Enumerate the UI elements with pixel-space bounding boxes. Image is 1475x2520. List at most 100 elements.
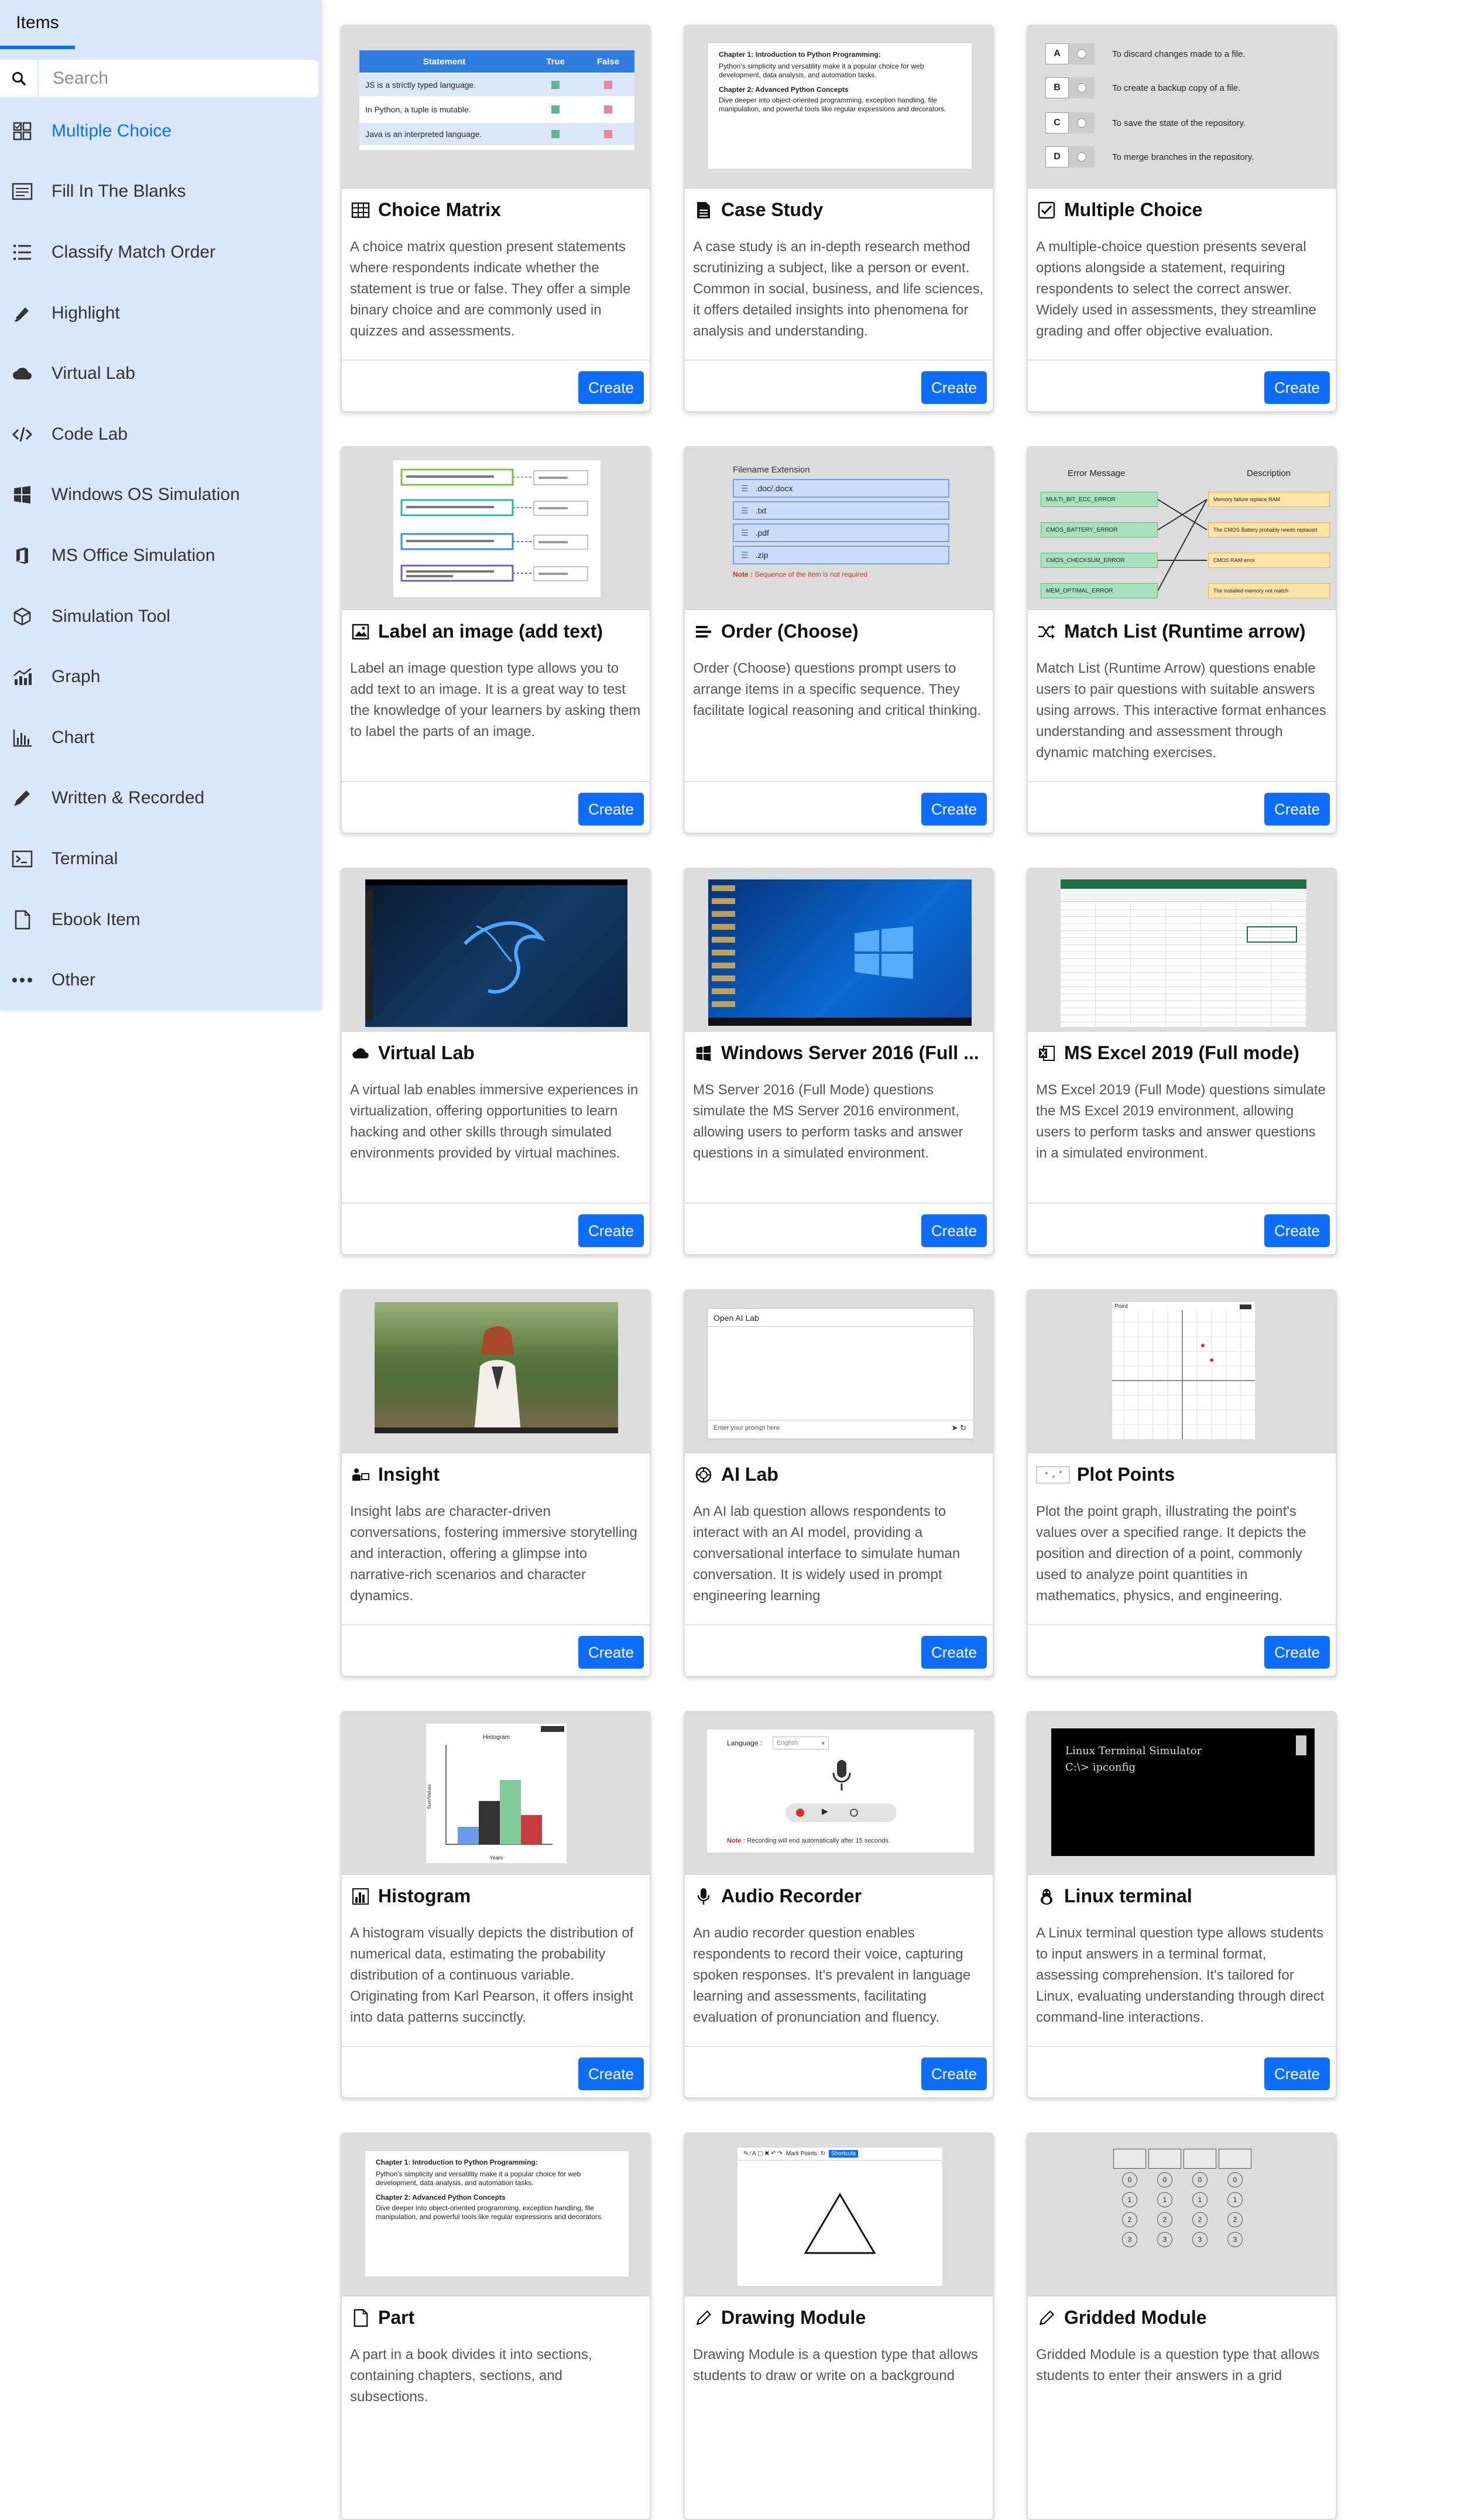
sidebar-list: Multiple Choice Fill In The Blanks Class… (0, 101, 321, 1011)
sidebar-item-classify-match-order[interactable]: Classify Match Order (0, 222, 321, 283)
code-icon (0, 426, 44, 443)
windows-desktop-preview (708, 879, 972, 1026)
card-thumbnail (342, 447, 650, 610)
card-thumbnail: Chapter 1: Introduction to Python Progra… (342, 2134, 650, 2296)
create-button[interactable]: Create (578, 1214, 644, 1247)
sidebar-item-chart[interactable]: Chart (0, 707, 321, 768)
sidebar-item-virtual-lab[interactable]: Virtual Lab (0, 343, 321, 404)
linux-terminal-preview: Linux Terminal Simulator C:\> ipconfig (1051, 1728, 1315, 1856)
sidebar-item-label: Graph (52, 667, 101, 687)
matrix-row: Java is an interpreted language. (359, 123, 634, 145)
sidebar-item-written-recorded[interactable]: Written & Recorded (0, 768, 321, 829)
sidebar-item-multiple-choice[interactable]: Multiple Choice (0, 101, 321, 162)
search-box (0, 60, 318, 97)
matrix-header-statement: Statement (423, 56, 466, 67)
ai-lab-preview: Open AI Lab Enter your prompt here ➤ ↻ (707, 1308, 974, 1439)
card-title-text: Histogram (378, 1885, 471, 1906)
create-button[interactable]: Create (1264, 1636, 1330, 1669)
sidebar-header: Items (0, 0, 321, 49)
ai-lab-prompt-placeholder: Enter your prompt here (714, 1425, 780, 1432)
create-button[interactable]: Create (921, 793, 987, 826)
insight-icon (350, 1464, 371, 1485)
create-button[interactable]: Create (1264, 2057, 1330, 2090)
ai-icon (693, 1464, 714, 1485)
windows-icon (693, 1043, 714, 1064)
card-match-list: Error Message Description MULTI_BIT_ECC_… (1027, 446, 1337, 834)
card-choice-matrix: Statement True False JS is a strictly ty… (341, 25, 651, 412)
match-right-item: Memory failure replace RAM (1208, 492, 1330, 507)
part-preview: Chapter 1: Introduction to Python Progra… (365, 2151, 629, 2276)
sidebar-item-windows-os-simulation[interactable]: Windows OS Simulation (0, 465, 321, 526)
audio-recorder-preview: Language : English ▾ ▶ Note : Recording w… (707, 1730, 974, 1853)
search-divider (37, 60, 39, 97)
sidebar-item-label: Virtual Lab (52, 364, 135, 384)
matrix-header-true: True (546, 56, 565, 67)
sidebar-item-graph[interactable]: Graph (0, 646, 321, 707)
create-button[interactable]: Create (578, 793, 644, 826)
card-thumbnail (685, 869, 993, 1032)
card-title-text: Plot Points (1077, 1464, 1175, 1485)
card-description: An audio recorder question enables respo… (693, 1925, 971, 2025)
card-title-text: Drawing Module (721, 2307, 866, 2328)
card-footer-divider (1028, 1624, 1336, 1625)
sidebar-item-label: Other (52, 970, 96, 990)
card-thumbnail (342, 1290, 650, 1453)
create-button[interactable]: Create (921, 1214, 987, 1247)
card-description: Plot the point graph, illustrating the p… (1036, 1504, 1306, 1604)
match-left-item: MEM_OPTIMAL_ERROR (1041, 583, 1158, 598)
create-button[interactable]: Create (578, 1636, 644, 1669)
sidebar-item-ebook-item[interactable]: Ebook Item (0, 889, 321, 950)
sidebar-item-label: Highlight (52, 303, 120, 323)
card-description: Gridded Module is a question type that a… (1036, 2347, 1320, 2384)
card-description: A case study is an in-depth research met… (693, 239, 984, 339)
create-button[interactable]: Create (578, 2057, 644, 2090)
card-title: Drawing Module (693, 2307, 986, 2329)
card-footer-divider (685, 1624, 993, 1625)
card-title: Multiple Choice (1036, 199, 1329, 221)
sidebar-item-label: Terminal (52, 848, 118, 868)
sidebar-item-fill-in-the-blanks[interactable]: Fill In The Blanks (0, 162, 321, 222)
create-button[interactable]: Create (921, 2057, 987, 2090)
sidebar-item-ms-office-simulation[interactable]: MS Office Simulation (0, 525, 321, 586)
matrix-row: JS is a strictly typed language. (359, 74, 634, 96)
card-title: Case Study (693, 199, 986, 221)
create-button[interactable]: Create (921, 371, 987, 404)
sidebar-item-terminal[interactable]: Terminal (0, 828, 321, 889)
create-button[interactable]: Create (1264, 371, 1330, 404)
create-button[interactable]: Create (1264, 1214, 1330, 1247)
audio-note: Note : Recording will end automatically … (727, 1837, 890, 1844)
terminal-line-2: C:\> ipconfig (1065, 1761, 1136, 1773)
sidebar-item-simulation-tool[interactable]: Simulation Tool (0, 586, 321, 647)
create-button[interactable]: Create (578, 371, 644, 404)
histogram-preview-xlabel: Years (489, 1855, 503, 1861)
checkbox-icon (1036, 200, 1057, 221)
part-chapter-1: Chapter 1: Introduction to Python Progra… (376, 2158, 538, 2166)
sidebar-item-highlight[interactable]: Highlight (0, 283, 321, 344)
tab-items[interactable]: Items (0, 0, 75, 49)
sidebar-item-code-lab[interactable]: Code Lab (0, 404, 321, 465)
sidebar-item-other[interactable]: Other (0, 950, 321, 1011)
fill-blanks-icon (0, 182, 44, 201)
order-preview: Filename Extension ☰ .doc/.docx ☰ .txt ☰ .p… (733, 465, 955, 600)
histogram-preview-title: Histogram (483, 1734, 510, 1741)
gridded-module-preview: 0000 1111 2222 3333 (1113, 2149, 1251, 2273)
card-title: MS Excel 2019 (Full mode) (1036, 1042, 1329, 1064)
sidebar: Items Multiple Choice Fill In The Blanks… (0, 0, 321, 1010)
option-row: B To create a backup copy of a file. (1045, 75, 1326, 101)
page-icon (350, 2307, 371, 2329)
card-thumbnail: Histogram Years Sum/Values (342, 1712, 650, 1875)
create-button[interactable]: Create (1264, 793, 1330, 826)
search-input[interactable] (53, 69, 310, 88)
card-ms-excel-2019: MS Excel 2019 (Full mode) MS Excel 2019 … (1027, 868, 1337, 1255)
case-study-chapter-1-text: Python's simplicity and versatility make… (719, 62, 924, 79)
create-button[interactable]: Create (921, 1636, 987, 1669)
send-icon: ➤ ↻ (951, 1423, 966, 1432)
sidebar-item-label: Written & Recorded (52, 788, 205, 808)
card-title-text: Part (378, 2307, 415, 2328)
label-image-preview (393, 460, 601, 597)
drawing-toolbar: ✎ ⁄ A ▢ ✖ ↶ ↷ Mark Points ↻ Shortcuts (738, 2148, 942, 2161)
card-description: Label an image question type allows you … (350, 660, 641, 739)
match-left-item: MULTI_BIT_ECC_ERROR (1041, 492, 1158, 507)
card-thumbnail: Linux Terminal Simulator C:\> ipconfig (1028, 1712, 1336, 1875)
sidebar-item-label: Fill In The Blanks (52, 182, 186, 201)
